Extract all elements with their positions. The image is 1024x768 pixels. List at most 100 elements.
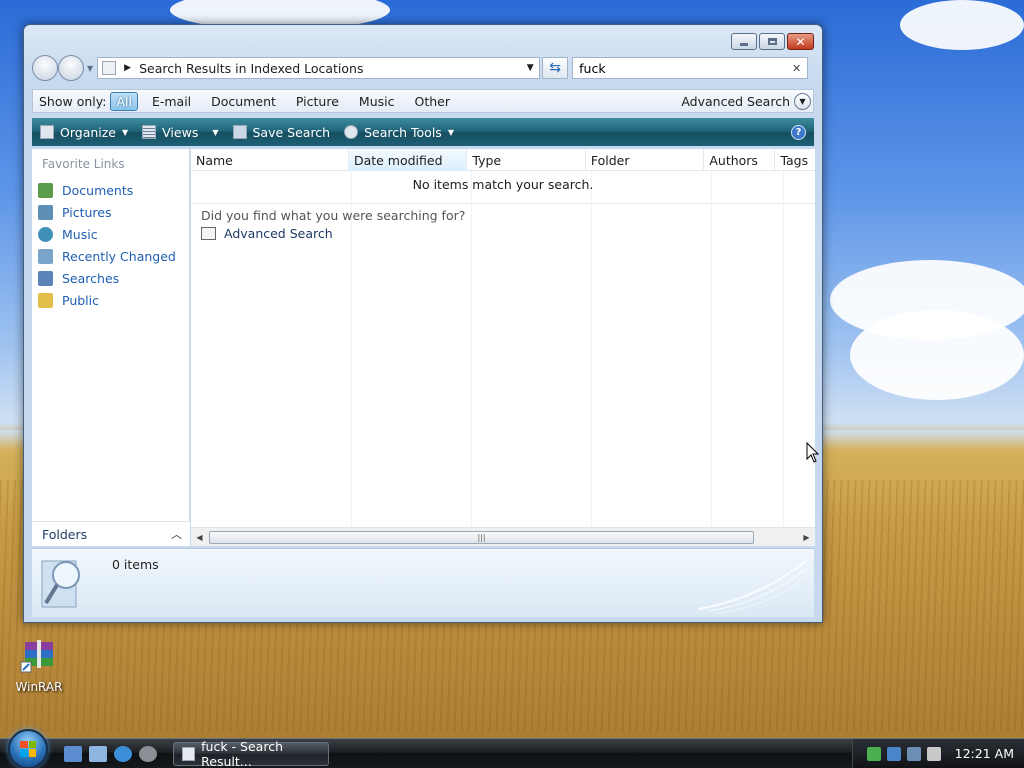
advanced-search-label: Advanced Search <box>681 93 790 109</box>
breadcrumb-arrow-icon[interactable]: ▶ <box>124 63 131 73</box>
volume-muted-icon[interactable] <box>926 746 941 761</box>
sidebar-item-label: Music <box>62 226 98 242</box>
close-button[interactable]: ✕ <box>787 33 814 50</box>
folder-icon <box>38 292 53 308</box>
address-dropdown-icon[interactable]: ▼ <box>521 63 539 73</box>
search-tools-button[interactable]: Search Tools ▼ <box>344 125 454 140</box>
advanced-search-icon <box>201 227 216 240</box>
divider <box>191 203 815 204</box>
save-search-icon <box>232 125 247 139</box>
forward-button[interactable] <box>58 55 84 81</box>
sidebar-item-public[interactable]: Public <box>32 289 189 311</box>
clear-search-icon[interactable]: ✕ <box>792 62 801 75</box>
column-divider <box>351 171 352 546</box>
views-icon <box>142 125 157 139</box>
search-folder-icon <box>182 746 196 761</box>
clock[interactable]: 12:21 AM <box>955 746 1014 761</box>
cloud <box>900 0 1024 50</box>
column-folder[interactable]: Folder <box>586 149 705 171</box>
folders-label: Folders <box>42 526 88 542</box>
desktop-icon-winrar[interactable]: WinRAR <box>14 636 64 694</box>
filter-all[interactable]: All <box>110 91 138 111</box>
save-search-button[interactable]: Save Search <box>232 124 331 140</box>
caret-down-icon: ▼ <box>122 127 129 137</box>
search-input[interactable] <box>579 60 792 76</box>
mouse-cursor-icon <box>806 442 820 463</box>
column-authors[interactable]: Authors <box>704 149 776 171</box>
folders-toggle[interactable]: Folders ︿ <box>32 521 190 546</box>
windows-logo-icon <box>20 740 36 757</box>
filter-picture[interactable]: Picture <box>290 92 345 111</box>
maximize-button[interactable] <box>759 33 785 50</box>
searches-icon <box>38 270 53 286</box>
scroll-left-icon[interactable]: ◀ <box>191 533 208 542</box>
organize-button[interactable]: Organize ▼ <box>40 125 128 140</box>
advanced-search-toggle[interactable]: Advanced Search ▼ <box>681 92 811 110</box>
advanced-search-link[interactable]: Advanced Search <box>201 226 333 241</box>
recent-pages-chevron-icon[interactable]: ▼ <box>87 64 93 73</box>
sidebar-item-pictures[interactable]: Pictures <box>32 201 189 223</box>
minimize-icon <box>740 43 748 46</box>
empty-results-message: No items match your search. <box>412 177 594 192</box>
column-tags[interactable]: Tags <box>775 149 815 171</box>
help-icon[interactable]: ? <box>791 124 806 140</box>
filter-document[interactable]: Document <box>205 92 282 111</box>
search-tools-icon <box>344 125 359 139</box>
music-icon <box>38 226 53 242</box>
scroll-right-icon[interactable]: ▶ <box>798 533 815 542</box>
did-you-find-prompt: Did you find what you were searching for… <box>201 208 466 223</box>
network-icon[interactable] <box>906 746 921 761</box>
tray-app-icon[interactable] <box>866 746 881 761</box>
taskbar-button-label: fuck - Search Result... <box>201 738 283 768</box>
back-button[interactable] <box>32 55 58 81</box>
cloud <box>850 310 1024 400</box>
sidebar-item-label: Documents <box>62 182 134 198</box>
decorative-swoosh <box>698 560 807 614</box>
column-name[interactable]: Name <box>191 149 349 171</box>
system-tray: 12:21 AM <box>851 738 1024 768</box>
views-button[interactable]: Views ▼ <box>142 125 219 140</box>
sidebar-item-label: Recently Changed <box>62 248 176 264</box>
sidebar-item-recently-changed[interactable]: Recently Changed <box>32 245 189 267</box>
sidebar-item-searches[interactable]: Searches <box>32 267 189 289</box>
advanced-search-link-label: Advanced Search <box>224 226 333 241</box>
filter-other[interactable]: Other <box>409 92 457 111</box>
address-bar[interactable]: ▶ Search Results in Indexed Locations ▼ <box>97 57 541 79</box>
media-app-icon[interactable] <box>139 745 157 762</box>
sidebar-item-documents[interactable]: Documents <box>32 179 189 201</box>
column-divider <box>711 171 712 546</box>
item-count: 0 items <box>112 557 159 572</box>
pictures-icon <box>38 204 53 220</box>
tray-app-icon[interactable] <box>886 746 901 761</box>
search-tools-label: Search Tools <box>364 124 442 140</box>
window-controls: ✕ <box>731 33 814 50</box>
save-search-label: Save Search <box>252 124 331 140</box>
command-bar: Organize ▼ Views ▼ Save Search Search To… <box>32 118 814 146</box>
winrar-icon <box>19 636 59 676</box>
chevron-down-icon: ▼ <box>794 92 811 110</box>
navigation-pane: Favorite Links Documents Pictures Music … <box>32 149 190 546</box>
internet-explorer-icon[interactable] <box>114 745 132 762</box>
show-only-bar: Show only: All E-mail Document Picture M… <box>32 89 814 113</box>
filter-music[interactable]: Music <box>353 92 401 111</box>
column-headers: Name Date modified Type Folder Authors T… <box>191 149 815 171</box>
search-box: ✕ <box>572 57 809 79</box>
taskbar-button-search[interactable]: fuck - Search Result... <box>173 738 329 768</box>
quick-launch <box>64 745 157 762</box>
search-magnifier-icon <box>41 560 80 608</box>
filter-email[interactable]: E-mail <box>146 92 197 111</box>
recently-changed-icon <box>38 248 53 264</box>
column-date-modified[interactable]: Date modified <box>348 149 468 171</box>
start-button[interactable] <box>8 728 48 768</box>
sidebar-item-music[interactable]: Music <box>32 223 189 245</box>
refresh-icon: ⇆ <box>549 60 562 76</box>
switch-windows-icon[interactable] <box>89 745 107 762</box>
documents-icon <box>38 182 53 198</box>
minimize-button[interactable] <box>731 33 757 50</box>
desktop-icon-label: WinRAR <box>15 680 63 694</box>
refresh-button[interactable]: ⇆ <box>542 57 569 79</box>
column-type[interactable]: Type <box>467 149 586 171</box>
show-desktop-icon[interactable] <box>64 745 82 762</box>
horizontal-scrollbar[interactable]: ◀ ||| ▶ <box>191 527 815 546</box>
scrollbar-thumb[interactable]: ||| <box>209 530 754 544</box>
